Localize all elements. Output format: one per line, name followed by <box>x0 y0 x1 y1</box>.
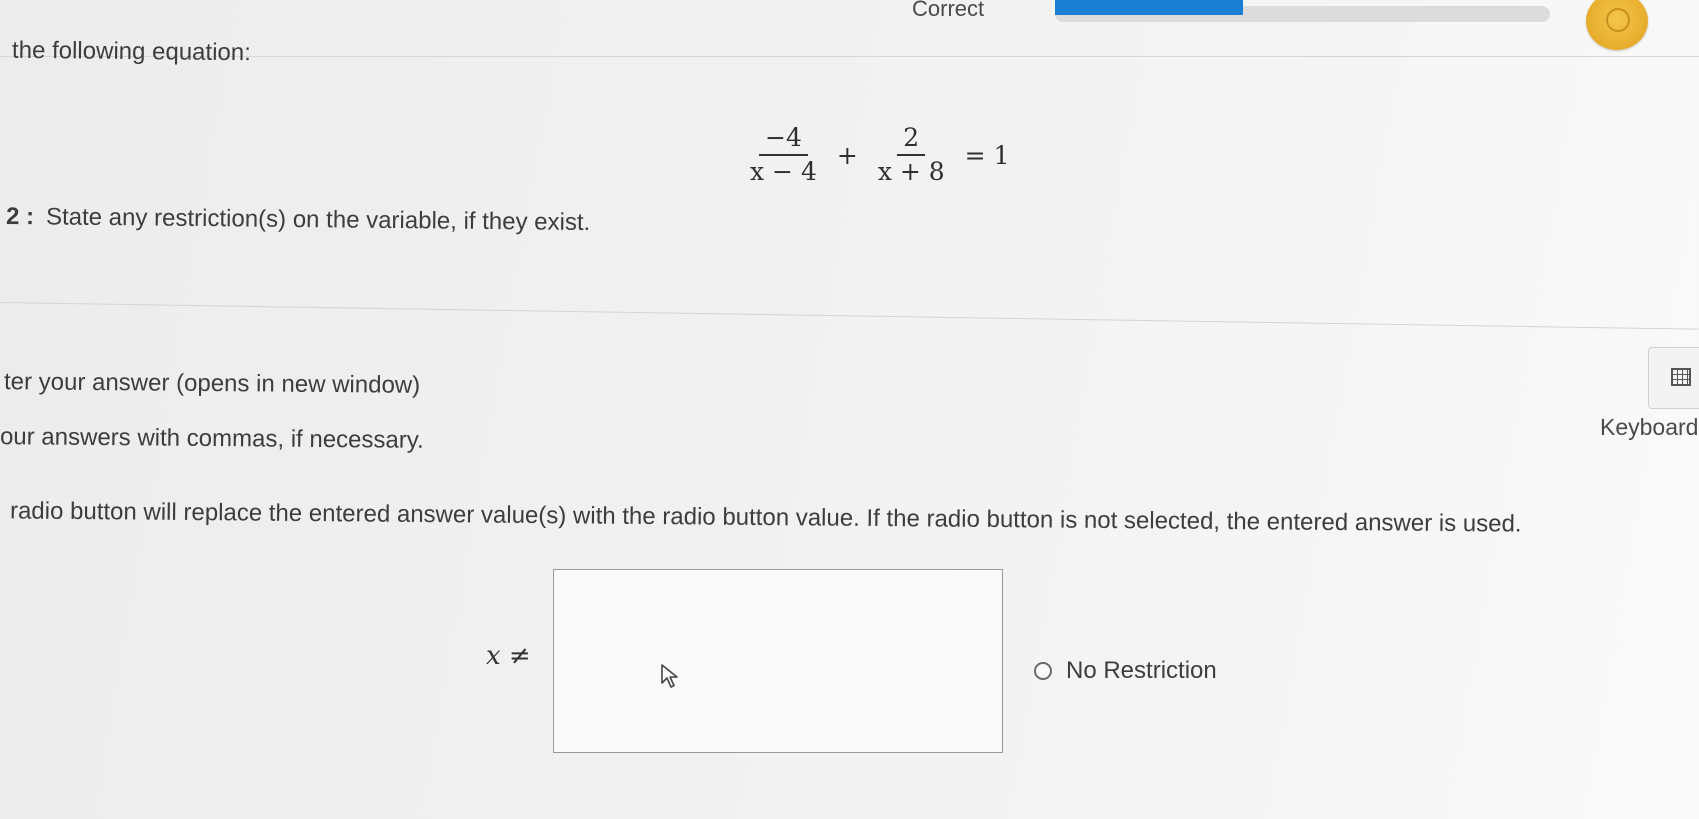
equation: −4 x − 4 + 2 x + 8 = 1 <box>738 122 1010 188</box>
enter-answer-link[interactable]: ter your answer (opens in new window) <box>4 368 420 400</box>
status-label: Correct <box>912 0 985 21</box>
separate-answers-note: our answers with commas, if necessary. <box>0 423 424 454</box>
section-divider <box>0 302 1699 330</box>
fraction-2-numerator: 2 <box>897 122 926 156</box>
step-prompt: 2 : State any restriction(s) on the varia… <box>6 203 591 237</box>
no-restriction-radio[interactable] <box>1034 662 1052 680</box>
equals-sign: = <box>964 140 986 170</box>
step-text: State any restriction(s) on the variable… <box>45 203 591 237</box>
radio-instruction-note: radio button will replace the entered an… <box>9 497 1522 538</box>
award-icon <box>1606 8 1630 32</box>
fraction-1: −4 x − 4 <box>744 122 823 188</box>
plus-operator: + <box>836 140 858 170</box>
no-restriction-label[interactable]: No Restriction <box>1066 657 1217 685</box>
keyboard-button[interactable] <box>1648 347 1699 409</box>
progress-bar <box>1055 0 1243 15</box>
equation-rhs: 1 <box>993 140 1010 170</box>
fraction-2-denominator: x + 8 <box>877 157 945 186</box>
no-restriction-option[interactable]: No Restriction <box>1034 657 1217 685</box>
question-intro: the following equation: <box>11 36 251 67</box>
keyboard-label[interactable]: Keyboard <box>1600 414 1698 441</box>
answer-prefix: x ≠ <box>486 641 531 671</box>
step-label: 2 : <box>5 202 35 231</box>
mouse-cursor-icon <box>661 664 678 688</box>
answer-input[interactable] <box>553 569 1003 753</box>
fraction-2: 2 x + 8 <box>872 122 951 188</box>
keyboard-icon <box>1671 368 1691 386</box>
fraction-1-numerator: −4 <box>759 122 808 156</box>
fraction-1-denominator: x − 4 <box>750 157 817 186</box>
